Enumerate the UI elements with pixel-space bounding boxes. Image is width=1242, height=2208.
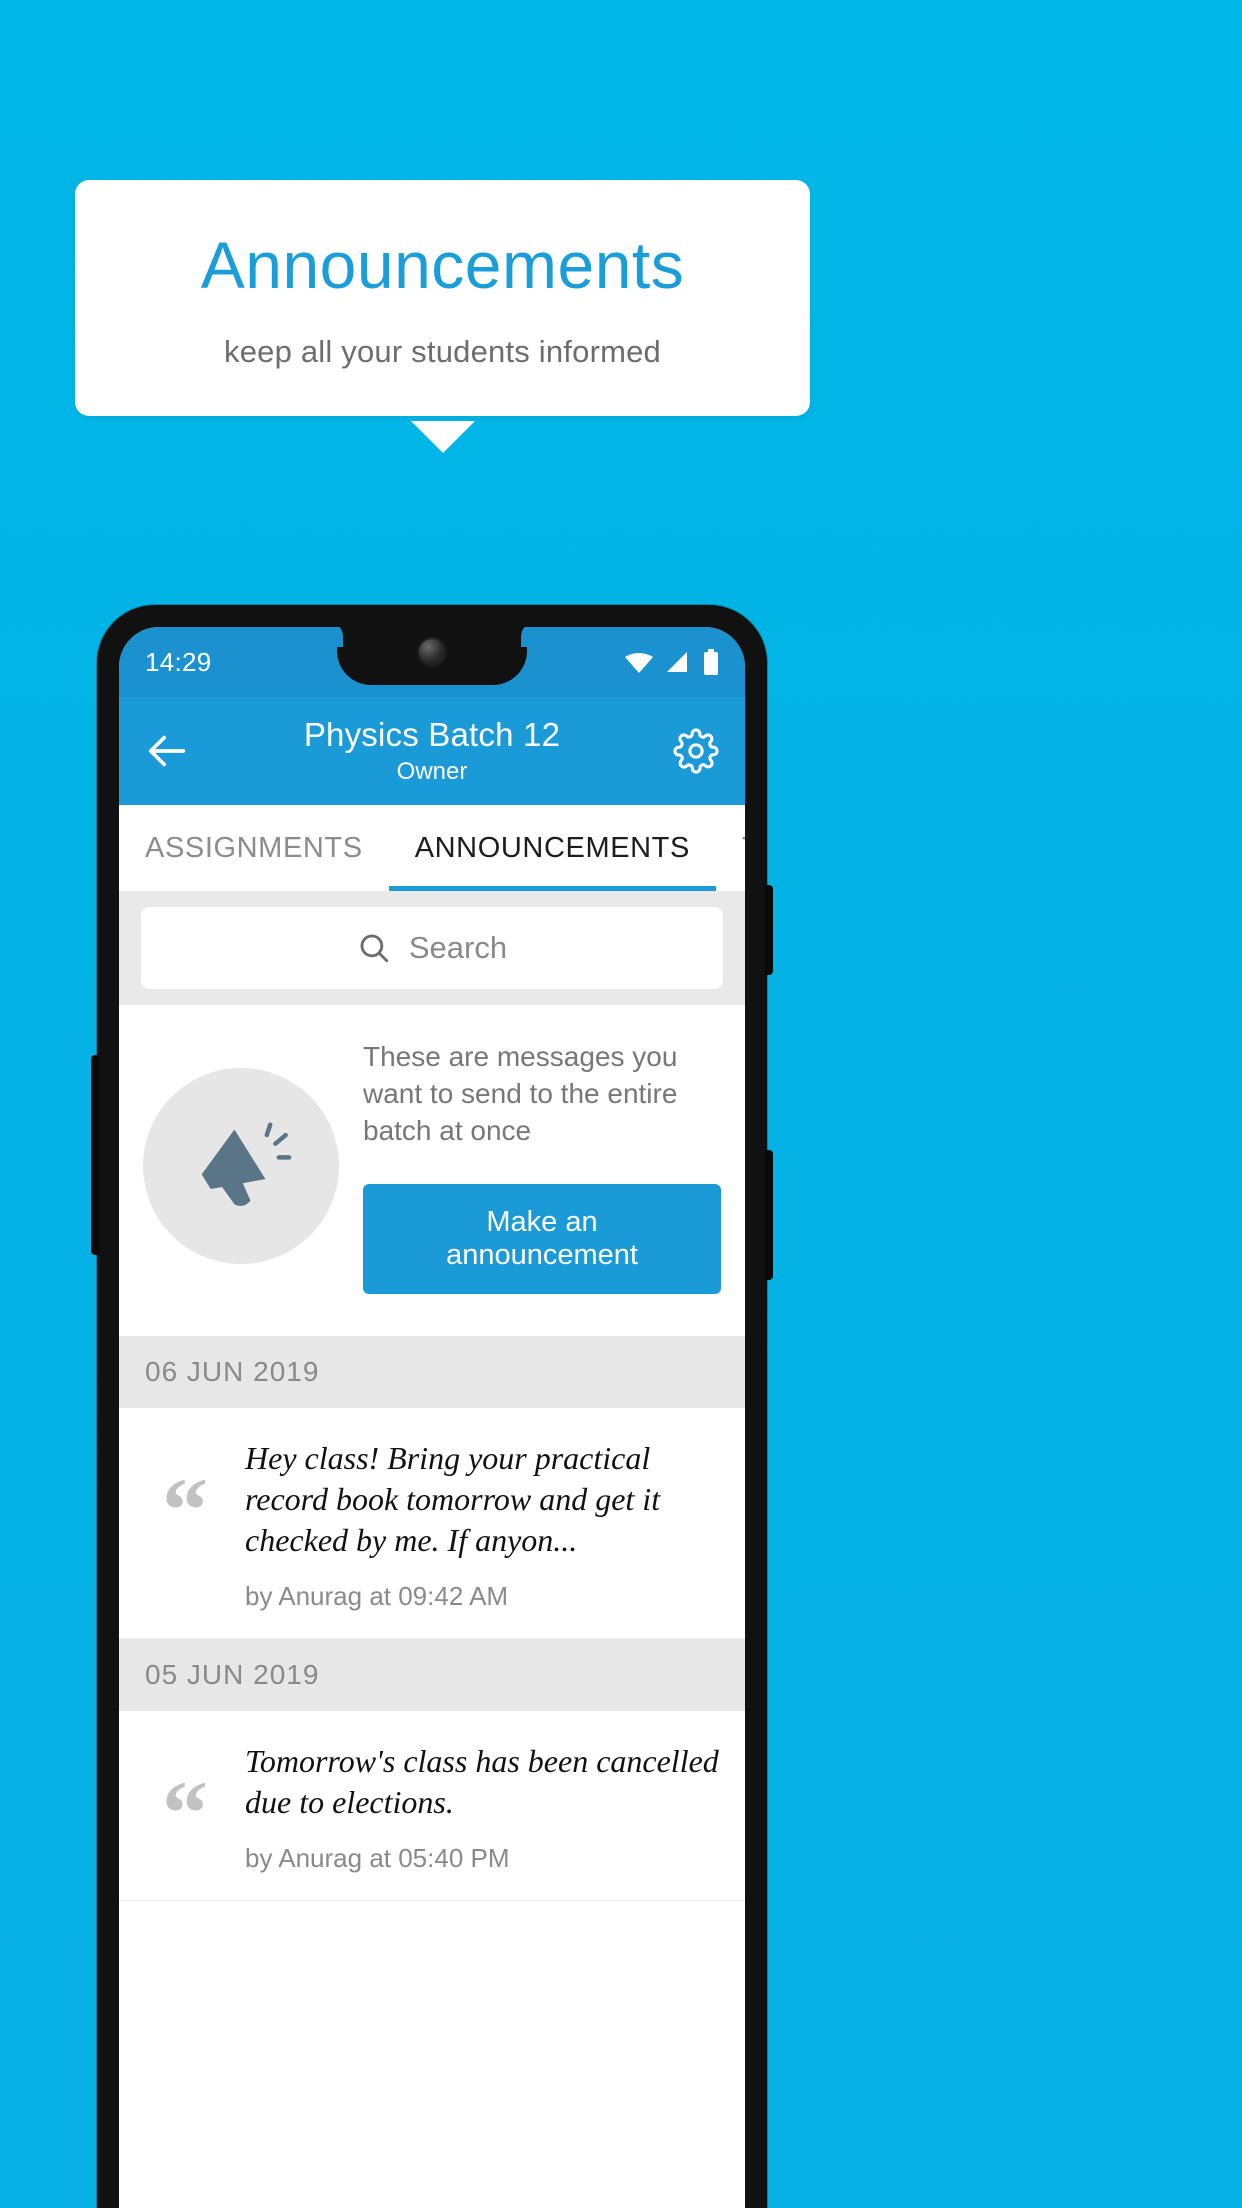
tab-assignments[interactable]: ASSIGNMENTS — [119, 805, 389, 891]
search-section: Search — [119, 891, 745, 1005]
status-icons — [625, 649, 719, 675]
gear-icon[interactable] — [673, 728, 719, 774]
announcement-meta: by Anurag at 05:40 PM — [245, 1842, 510, 1873]
page-subtitle: Owner — [396, 758, 468, 785]
phone-screen: 14:29 Physics Batch 12 Owner ASSIGNMENTS… — [119, 627, 745, 2208]
status-time: 14:29 — [145, 646, 212, 677]
make-announcement-button[interactable]: Make an announcement — [363, 1183, 721, 1294]
phone-device-frame: 14:29 Physics Batch 12 Owner ASSIGNMENTS… — [91, 605, 773, 2208]
announcement-promo-card: These are messages you want to send to t… — [119, 1005, 745, 1336]
tab-tests[interactable]: TESTS — [716, 805, 745, 891]
search-icon — [357, 931, 391, 965]
announcement-text: Tomorrow's class has been cancelled due … — [245, 1742, 719, 1820]
search-placeholder: Search — [408, 930, 508, 965]
app-bar-titles: Physics Batch 12 Owner — [119, 697, 745, 805]
megaphone-icon — [143, 1068, 339, 1265]
app-bar: Physics Batch 12 Owner — [119, 697, 745, 805]
announcement-body: Tomorrow's class has been cancelled due … — [245, 1741, 721, 1874]
promo-card: Announcements keep all your students inf… — [75, 180, 810, 416]
back-arrow-icon[interactable] — [145, 728, 191, 774]
announcement-list-item[interactable]: “ Tomorrow's class has been cancelled du… — [119, 1710, 745, 1901]
promo-banner: Announcements keep all your students inf… — [75, 180, 810, 453]
date-header: 05 JUN 2019 — [119, 1638, 745, 1711]
phone-power-button[interactable] — [765, 885, 773, 975]
promo-title: Announcements — [200, 228, 685, 302]
phone-side-button[interactable] — [765, 1150, 773, 1280]
quote-icon: “ — [162, 1761, 208, 1864]
date-header: 06 JUN 2019 — [119, 1335, 745, 1408]
announcement-promo-body: These are messages you want to send to t… — [363, 1039, 721, 1294]
phone-notch — [337, 627, 527, 685]
front-camera — [419, 639, 445, 665]
signal-icon — [665, 651, 689, 673]
quote-icon: “ — [162, 1458, 208, 1561]
announcement-promo-text: These are messages you want to send to t… — [363, 1041, 678, 1146]
announcement-text: Hey class! Bring your practical record b… — [245, 1439, 661, 1558]
page-title: Physics Batch 12 — [303, 716, 561, 753]
promo-bubble-tail — [410, 421, 475, 453]
announcement-body: Hey class! Bring your practical record b… — [245, 1438, 721, 1612]
tab-bar: ASSIGNMENTS ANNOUNCEMENTS TESTS — [119, 805, 745, 891]
announcement-list-item[interactable]: “ Hey class! Bring your practical record… — [119, 1407, 745, 1639]
wifi-icon — [625, 652, 653, 673]
tab-announcements[interactable]: ANNOUNCEMENTS — [388, 805, 717, 891]
promo-subtitle: keep all your students informed — [224, 334, 661, 369]
phone-volume-button[interactable] — [91, 1055, 99, 1255]
search-input[interactable]: Search — [141, 907, 723, 989]
status-bar: 14:29 — [119, 627, 745, 697]
announcement-meta: by Anurag at 09:42 AM — [245, 1580, 509, 1611]
battery-icon — [703, 649, 719, 675]
